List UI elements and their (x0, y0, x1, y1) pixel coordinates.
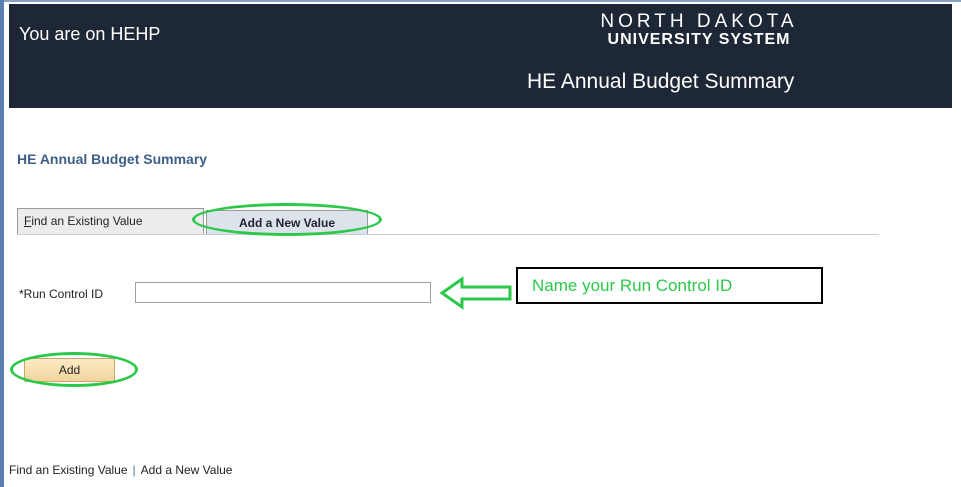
run-control-id-label: *Run Control ID (19, 287, 104, 301)
page-title: HE Annual Budget Summary (17, 151, 208, 167)
window-top-border (0, 0, 961, 2)
highlight-circle-add (10, 352, 138, 387)
highlight-circle-tab (192, 203, 382, 236)
app-header: You are on HEHP NORTH DAKOTA UNIVERSITY … (9, 4, 952, 108)
ndus-logo-line1: NORTH DAKOTA (600, 11, 798, 32)
tab-find-existing-value[interactable]: Find an Existing Value (17, 208, 204, 234)
run-control-id-input[interactable] (135, 282, 431, 303)
link-separator: | (132, 463, 136, 477)
link-find-existing-value[interactable]: Find an Existing Value (9, 463, 128, 477)
bottom-nav-links: Find an Existing Value | Add a New Value (9, 463, 232, 477)
environment-label: You are on HEHP (19, 24, 161, 44)
header-app-title: HE Annual Budget Summary (527, 70, 795, 93)
link-add-new-value[interactable]: Add a New Value (141, 463, 233, 477)
window-left-border (0, 0, 4, 487)
tab-find-label: ind an Existing Value (31, 214, 143, 228)
annotation-callout: Name your Run Control ID (516, 267, 823, 304)
arrow-left-icon (440, 276, 512, 310)
tab-divider (17, 234, 879, 235)
ndus-logo-line2: UNIVERSITY SYSTEM (607, 31, 791, 48)
